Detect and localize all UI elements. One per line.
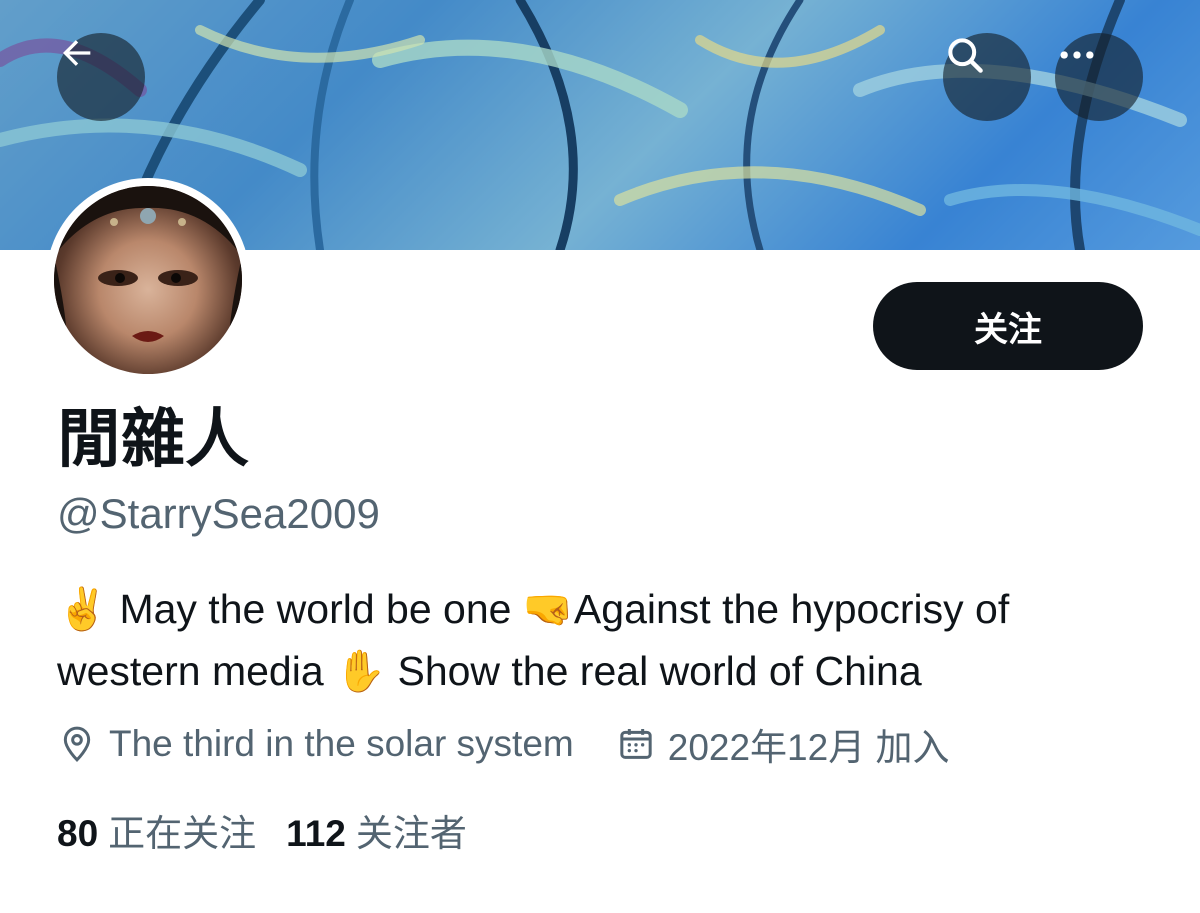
avatar-image	[54, 186, 242, 374]
bio: ✌️ May the world be one 🤜Against the hyp…	[57, 578, 1157, 702]
join-date-text: 2022年12月 加入	[667, 727, 950, 768]
raised-hand-emoji: ✋	[335, 647, 387, 695]
followers-label: 关注者	[355, 813, 467, 854]
bio-text-1: May the world be one	[108, 586, 523, 632]
avatar-portrait	[54, 186, 242, 374]
bio-text-3: western media	[57, 648, 336, 694]
following-count: 80	[57, 813, 99, 854]
bio-text-4: Show the real world of China	[386, 648, 922, 694]
victory-hand-emoji: ✌️	[57, 585, 109, 633]
location-pin-icon	[63, 726, 91, 762]
join-date: 2022年12月 加入	[616, 717, 950, 771]
follow-stats: 80 正在关注 112 关注者	[57, 802, 467, 858]
arrow-left-icon	[63, 40, 91, 66]
search-button[interactable]	[943, 33, 1031, 121]
right-facing-fist-emoji: 🤜	[522, 585, 574, 633]
user-handle: @StarrySea2009	[57, 490, 380, 537]
back-button[interactable]	[57, 33, 145, 121]
calendar-icon	[620, 729, 652, 759]
following-label: 正在关注	[108, 813, 257, 854]
profile-meta: The third in the solar system 2022年12月 加…	[57, 716, 950, 772]
following-link[interactable]: 80 正在关注	[57, 803, 256, 857]
search-icon	[948, 38, 983, 73]
follow-button[interactable]: 关注	[873, 282, 1143, 370]
location-text: The third in the solar system	[109, 723, 574, 764]
more-button[interactable]	[1055, 33, 1143, 121]
followers-link[interactable]: 112 关注者	[286, 803, 467, 857]
bio-line-2: western media ✋ Show the real world of C…	[57, 640, 1157, 702]
bio-line-1: ✌️ May the world be one 🤜Against the hyp…	[57, 578, 1157, 640]
location: The third in the solar system	[57, 723, 574, 765]
followers-count: 112	[286, 813, 346, 854]
bio-text-2: Against the hypocrisy of	[573, 586, 1010, 632]
avatar[interactable]	[46, 178, 250, 382]
profile-page: 关注 閒雜人 @StarrySea2009 ✌️ May the world b…	[0, 0, 1200, 913]
more-horizontal-icon	[1060, 51, 1094, 59]
display-name: 閒雜人	[57, 403, 249, 477]
